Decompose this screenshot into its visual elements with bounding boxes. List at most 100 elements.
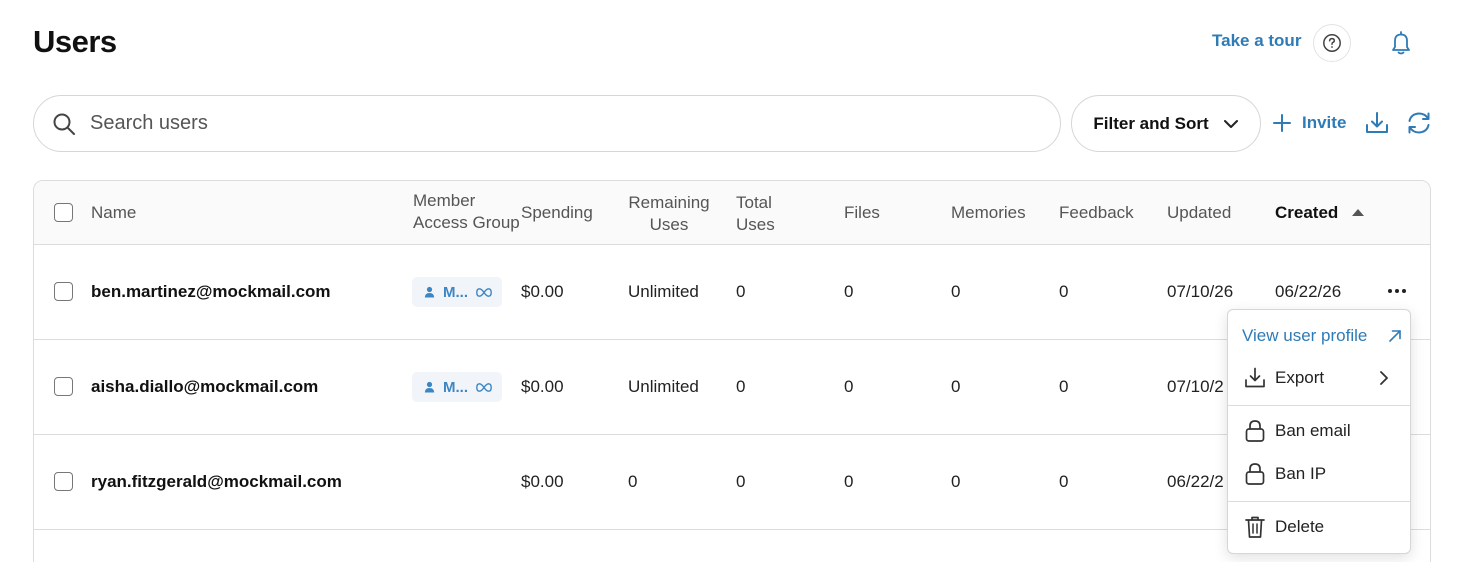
- menu-view-user-profile[interactable]: View user profile: [1228, 316, 1410, 356]
- page-title: Users: [33, 24, 117, 59]
- chevron-right-icon: [1380, 371, 1388, 385]
- invite-label: Invite: [1302, 113, 1347, 132]
- column-updated[interactable]: Updated: [1167, 202, 1231, 224]
- table-row[interactable]: ben.martinez@mockmail.com M... $0.00 Unl…: [34, 245, 1430, 340]
- column-remaining-uses[interactable]: Remaining Uses: [628, 192, 710, 236]
- remaining-uses-value: Unlimited: [628, 377, 699, 396]
- select-all-checkbox[interactable]: [54, 203, 73, 222]
- export-users-button[interactable]: [1362, 108, 1392, 138]
- search-box[interactable]: [33, 95, 1061, 152]
- created-value: 06/22/26: [1275, 282, 1342, 301]
- user-email[interactable]: ryan.fitzgerald@mockmail.com: [91, 471, 342, 493]
- chevron-down-icon: [1223, 119, 1238, 128]
- column-feedback[interactable]: Feedback: [1059, 202, 1134, 224]
- table-header: Name Member Access Group Spending Remain…: [34, 181, 1430, 245]
- search-input[interactable]: [90, 112, 990, 135]
- table-row[interactable]: ryan.fitzgerald@mockmail.com $0.00 0 0 0…: [34, 435, 1430, 530]
- users-table: Name Member Access Group Spending Remain…: [33, 180, 1431, 562]
- lock-icon: [1245, 463, 1265, 485]
- column-files[interactable]: Files: [844, 202, 880, 224]
- column-created[interactable]: Created: [1275, 202, 1365, 224]
- column-name[interactable]: Name: [91, 202, 136, 224]
- files-value: 0: [844, 472, 854, 491]
- download-icon: [1366, 112, 1388, 133]
- menu-ban-email[interactable]: Ban email: [1228, 411, 1410, 451]
- take-a-tour-link[interactable]: Take a tour: [1212, 31, 1301, 51]
- column-remaining-uses-line1: Remaining: [628, 193, 710, 212]
- access-group-label: M...: [443, 378, 468, 396]
- memories-value: 0: [951, 282, 961, 301]
- total-uses-value: 0: [736, 472, 746, 491]
- updated-value: 07/10/26: [1167, 282, 1234, 301]
- help-button[interactable]: [1313, 24, 1351, 62]
- files-value: 0: [844, 282, 854, 301]
- users-page: Users Take a tour Filter and Sort: [0, 0, 1464, 562]
- view-user-profile-label: View user profile: [1242, 326, 1368, 345]
- spending-value: $0.00: [521, 282, 564, 301]
- plus-icon: [1273, 114, 1291, 132]
- search-icon: [53, 113, 75, 135]
- ban-ip-label: Ban IP: [1275, 464, 1327, 483]
- filter-and-sort-button[interactable]: Filter and Sort: [1071, 95, 1261, 152]
- column-member-access-group-line2: Access Group: [413, 213, 520, 232]
- column-memories[interactable]: Memories: [951, 202, 1026, 224]
- export-label: Export: [1275, 368, 1325, 387]
- trash-icon: [1245, 516, 1265, 538]
- column-total-uses[interactable]: Total Uses: [736, 192, 775, 236]
- filter-and-sort-label: Filter and Sort: [1093, 113, 1209, 133]
- row-checkbox[interactable]: [54, 282, 73, 301]
- updated-value: 07/10/2: [1167, 377, 1224, 396]
- row-checkbox[interactable]: [54, 472, 73, 491]
- row-actions-button[interactable]: [1384, 281, 1410, 301]
- infinity-icon: [476, 382, 492, 392]
- updated-value: 06/22/2: [1167, 472, 1224, 491]
- refresh-icon: [1408, 112, 1430, 134]
- column-spending[interactable]: Spending: [521, 202, 593, 224]
- lock-icon: [1245, 420, 1265, 442]
- refresh-button[interactable]: [1404, 108, 1434, 138]
- sort-ascending-icon: [1352, 209, 1365, 216]
- memories-value: 0: [951, 472, 961, 491]
- menu-divider: [1228, 405, 1410, 406]
- remaining-uses-value: 0: [628, 472, 638, 491]
- user-email[interactable]: ben.martinez@mockmail.com: [91, 281, 331, 303]
- invite-button[interactable]: Invite: [1272, 110, 1346, 136]
- column-total-uses-line2: Uses: [736, 215, 775, 234]
- menu-ban-ip[interactable]: Ban IP: [1228, 454, 1410, 494]
- total-uses-value: 0: [736, 282, 746, 301]
- person-icon: [424, 286, 435, 298]
- feedback-value: 0: [1059, 472, 1069, 491]
- delete-label: Delete: [1275, 517, 1325, 536]
- column-member-access-group-line1: Member: [413, 191, 476, 210]
- user-email[interactable]: aisha.diallo@mockmail.com: [91, 376, 318, 398]
- column-remaining-uses-line2: Uses: [649, 215, 689, 234]
- bell-icon: [1392, 31, 1410, 55]
- row-checkbox[interactable]: [54, 377, 73, 396]
- table-row[interactable]: aisha.diallo@mockmail.com M... $0.00 Unl…: [34, 340, 1430, 435]
- access-group-chip[interactable]: M...: [412, 277, 502, 307]
- more-icon: [1388, 289, 1406, 293]
- feedback-value: 0: [1059, 282, 1069, 301]
- spending-value: $0.00: [521, 472, 564, 491]
- notifications-button[interactable]: [1386, 28, 1416, 58]
- menu-divider: [1228, 501, 1410, 502]
- row-actions-menu: View user profile Export Ban email Ban I…: [1227, 309, 1411, 554]
- person-icon: [424, 381, 435, 393]
- memories-value: 0: [951, 377, 961, 396]
- external-link-icon: [1389, 330, 1402, 342]
- feedback-value: 0: [1059, 377, 1069, 396]
- menu-export[interactable]: Export: [1228, 358, 1410, 398]
- files-value: 0: [844, 377, 854, 396]
- access-group-label: M...: [443, 283, 468, 301]
- infinity-icon: [476, 287, 492, 297]
- spending-value: $0.00: [521, 377, 564, 396]
- download-icon: [1245, 367, 1265, 388]
- column-created-label: Created: [1275, 203, 1339, 222]
- column-total-uses-line1: Total: [736, 193, 772, 212]
- access-group-chip[interactable]: M...: [412, 372, 502, 402]
- ban-email-label: Ban email: [1275, 421, 1351, 440]
- help-icon: [1323, 34, 1341, 52]
- menu-delete[interactable]: Delete: [1228, 507, 1410, 547]
- total-uses-value: 0: [736, 377, 746, 396]
- column-member-access-group[interactable]: Member Access Group: [413, 190, 520, 234]
